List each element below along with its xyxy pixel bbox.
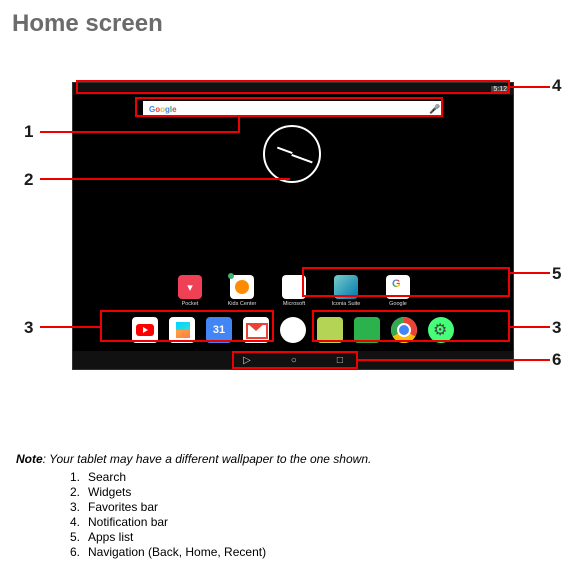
callout-line: [40, 131, 240, 133]
callout-number-3b: 3: [552, 318, 561, 338]
legend-num: 6.: [66, 545, 80, 560]
clock-widget[interactable]: [263, 125, 321, 183]
legend-num: 2.: [66, 485, 80, 500]
callout-line: [510, 272, 550, 274]
note-body: : Your tablet may have a different wallp…: [43, 452, 372, 466]
clock-minute-hand: [291, 154, 312, 163]
legend-text: Apps list: [88, 530, 133, 545]
tablet-diagram: 5:12 Google 🎤 ▾ Pocket Kids Center Micro…: [22, 62, 562, 392]
callout-box-3-right: [312, 310, 510, 342]
app-kids-center[interactable]: Kids Center: [225, 275, 259, 307]
legend-num: 5.: [66, 530, 80, 545]
legend-text: Widgets: [88, 485, 131, 500]
legend-list: 1. Search 2. Widgets 3. Favorites bar 4. Not…: [16, 470, 563, 560]
page-title: Home screen: [12, 10, 563, 38]
legend-text: Favorites bar: [88, 500, 158, 515]
legend-num: 3.: [66, 500, 80, 515]
callout-number-4: 4: [552, 76, 561, 96]
note-section: Note: Your tablet may have a different w…: [12, 452, 563, 560]
app-label: Kids Center: [228, 301, 257, 307]
app-label: Microsoft: [283, 301, 305, 307]
pocket-icon: ▾: [178, 275, 202, 299]
callout-box-1: [135, 97, 443, 117]
callout-number-3: 3: [24, 318, 33, 338]
app-label: Iconia Suite: [332, 301, 361, 307]
callout-line: [40, 178, 290, 180]
callout-box-6: [232, 351, 358, 369]
all-apps-icon[interactable]: [280, 317, 306, 343]
app-pocket[interactable]: ▾ Pocket: [173, 275, 207, 307]
legend-item: 4. Notification bar: [66, 515, 563, 530]
legend-item: 6. Navigation (Back, Home, Recent): [66, 545, 563, 560]
callout-number-1: 1: [24, 122, 33, 142]
clock-hour-hand: [277, 147, 293, 154]
callout-number-2: 2: [24, 170, 33, 190]
callout-line: [40, 326, 100, 328]
legend-item: 2. Widgets: [66, 485, 563, 500]
note-text: Note: Your tablet may have a different w…: [16, 452, 563, 466]
callout-box-4: [76, 80, 510, 94]
legend-text: Search: [88, 470, 126, 485]
legend-text: Navigation (Back, Home, Recent): [88, 545, 266, 560]
legend-text: Notification bar: [88, 515, 168, 530]
legend-item: 3. Favorites bar: [66, 500, 563, 515]
callout-number-6: 6: [552, 350, 561, 370]
legend-num: 4.: [66, 515, 80, 530]
legend-num: 1.: [66, 470, 80, 485]
callout-line: [358, 359, 550, 361]
legend-item: 1. Search: [66, 470, 563, 485]
kids-center-icon: [230, 275, 254, 299]
legend-item: 5. Apps list: [66, 530, 563, 545]
callout-number-5: 5: [552, 264, 561, 284]
callout-box-5: [302, 267, 510, 297]
app-label: Pocket: [182, 301, 199, 307]
note-prefix: Note: [16, 452, 43, 466]
callout-line: [510, 326, 550, 328]
callout-line: [510, 86, 550, 88]
app-label: Google: [389, 301, 407, 307]
